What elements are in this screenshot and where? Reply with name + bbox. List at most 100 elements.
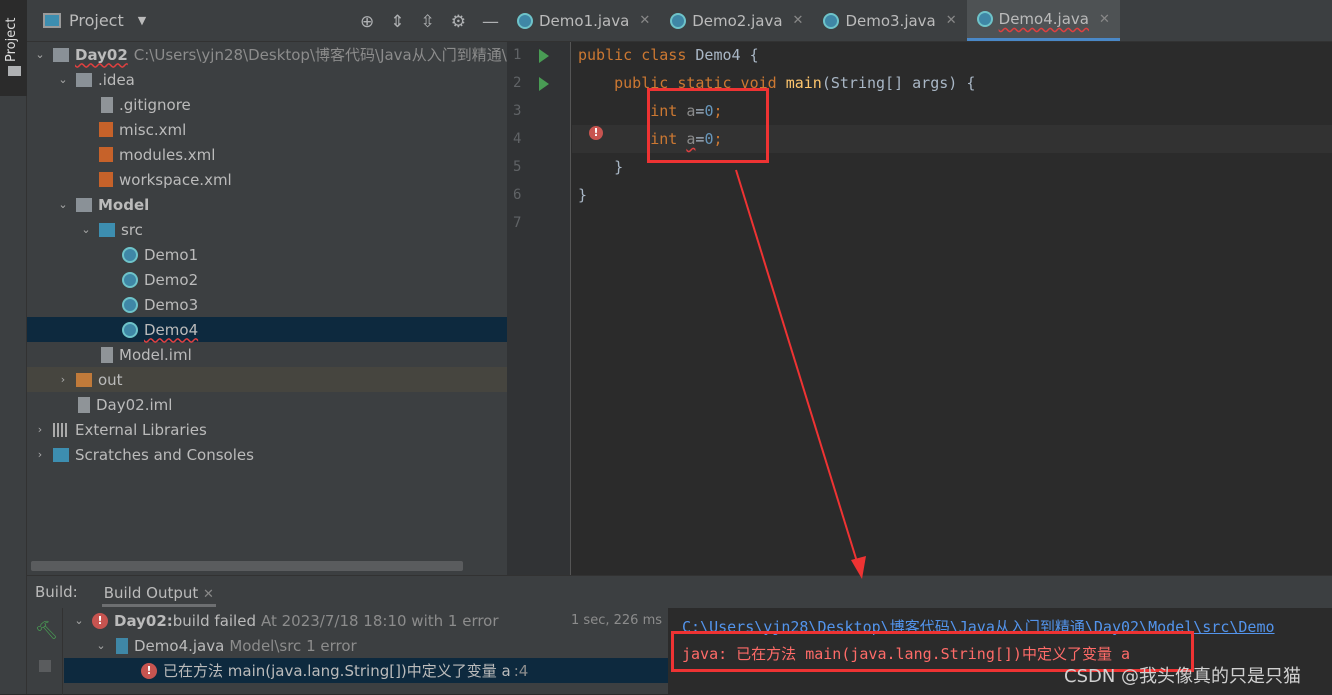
tree-item-path: C:\Users\yjn28\Desktop\博客代码\Java从入门到精通\ [133, 46, 507, 64]
tab-label: Demo1.java [539, 11, 630, 30]
gutter [507, 42, 571, 575]
gear-icon[interactable]: ⚙ [451, 12, 466, 32]
line-number: 4 [513, 131, 522, 147]
tree-item-idea[interactable]: ⌄ .idea [27, 67, 507, 92]
close-icon[interactable]: ✕ [1099, 12, 1110, 27]
chevron-down-icon[interactable]: ⌄ [33, 48, 47, 61]
collapse-all-icon[interactable]: ⇳ [421, 12, 435, 32]
close-icon[interactable]: ✕ [946, 13, 957, 28]
chevron-down-icon[interactable]: ▼ [138, 14, 146, 27]
project-header: Project ▼ ⊕ ⇕ ⇳ ⚙ — [27, 0, 507, 42]
tree-item-src[interactable]: ⌄ src [27, 217, 507, 242]
hammer-icon[interactable]: 🔨︎ [35, 620, 58, 641]
folder-icon [76, 72, 92, 87]
line-number: 1 [513, 47, 522, 63]
tab-demo2[interactable]: Demo2.java ✕ [660, 0, 813, 41]
code-line-6[interactable]: } [578, 186, 587, 204]
tab-demo1[interactable]: Demo1.java ✕ [507, 0, 660, 41]
chevron-down-icon[interactable]: ⌄ [56, 198, 70, 211]
line-number: 6 [513, 187, 522, 203]
tree-item-demo4[interactable]: Demo4 [27, 317, 507, 342]
tree-item-model[interactable]: ⌄ Model [27, 192, 507, 217]
tree-item-label: Demo3 [144, 295, 199, 314]
tree-item-label: Day02.iml [96, 395, 173, 414]
tab-label: Demo2.java [692, 11, 783, 30]
excluded-folder-icon [76, 372, 92, 387]
tree-item-demo3[interactable]: Demo3 [27, 292, 507, 317]
build-tree: ⌄! Day02: build failed At 2023/7/18 18:10 … [64, 608, 668, 695]
tree-item-gitignore[interactable]: .gitignore [27, 92, 507, 117]
project-tool-tab[interactable]: Project [0, 0, 27, 96]
line-number: 7 [513, 215, 522, 231]
line-number: 3 [513, 103, 522, 119]
tree-item-label: .idea [98, 70, 135, 89]
run-icon[interactable] [539, 49, 549, 63]
module-folder-icon [53, 47, 69, 62]
source-folder-icon [99, 222, 115, 237]
build-file-row[interactable]: ⌄ Demo4.java Model\src 1 error [64, 633, 668, 658]
iml-file-icon [101, 346, 113, 363]
tree-item-label: workspace.xml [119, 170, 232, 189]
locate-icon[interactable]: ⊕ [360, 12, 374, 32]
code-line-5[interactable]: } [578, 158, 623, 176]
window-icon [43, 13, 61, 28]
java-class-icon [122, 271, 138, 288]
tree-item-model-iml[interactable]: Model.iml [27, 342, 507, 367]
close-icon[interactable]: ✕ [203, 587, 214, 602]
build-label: Build: [35, 583, 78, 601]
left-tool-stripe: Project [0, 0, 27, 694]
scratches-icon [53, 447, 69, 462]
java-class-icon [122, 321, 138, 338]
tree-item-label: Demo1 [144, 245, 199, 264]
tree-item-label: Demo2 [144, 270, 199, 289]
tab-build-output[interactable]: Build Output ✕ [101, 577, 216, 607]
line-number: 5 [513, 159, 522, 175]
tab-label: Demo4.java [998, 10, 1089, 28]
tree-item-demo1[interactable]: Demo1 [27, 242, 507, 267]
folder-icon [8, 66, 21, 76]
chevron-down-icon[interactable]: ⌄ [79, 223, 93, 236]
tree-item-modules-xml[interactable]: modules.xml [27, 142, 507, 167]
tree-item-out[interactable]: › out [27, 367, 507, 392]
tree-item-misc-xml[interactable]: misc.xml [27, 117, 507, 142]
build-error-row[interactable]: ! 已在方法 main(java.lang.String[])中定义了变量 a:4 [64, 658, 668, 683]
tree-item-label: Scratches and Consoles [75, 445, 254, 464]
editor-tabs: Demo1.java ✕ Demo2.java ✕ Demo3.java ✕ Demo… [507, 0, 1332, 42]
project-view-selector[interactable]: Project [69, 11, 124, 30]
chevron-right-icon[interactable]: › [33, 448, 47, 461]
chevron-right-icon[interactable]: › [56, 373, 70, 386]
code-line-2[interactable]: public static void main(String[] args) { [578, 74, 975, 92]
tree-item-workspace-xml[interactable]: workspace.xml [27, 167, 507, 192]
ignore-file-icon [101, 96, 113, 113]
close-icon[interactable]: ✕ [639, 13, 650, 28]
project-panel: Project ▼ ⊕ ⇕ ⇳ ⚙ — ⌄ Day02 C:\Users\yjn28… [27, 0, 507, 575]
tree-item-external-libraries[interactable]: › External Libraries [27, 417, 507, 442]
tab-demo3[interactable]: Demo3.java ✕ [813, 0, 966, 41]
close-icon[interactable]: ✕ [793, 13, 804, 28]
java-class-icon [670, 12, 687, 29]
tree-item-label: Model [98, 195, 150, 214]
annotation-box [647, 88, 769, 163]
run-icon[interactable] [539, 77, 549, 91]
tree-item-day02[interactable]: ⌄ Day02 C:\Users\yjn28\Desktop\博客代码\Java从入… [27, 42, 507, 67]
tab-label: Demo3.java [845, 11, 936, 30]
error-icon: ! [141, 662, 157, 679]
tab-demo4[interactable]: Demo4.java ✕ [966, 0, 1120, 41]
project-tool-label: Project [4, 17, 19, 62]
build-result-row[interactable]: ⌄! Day02: build failed At 2023/7/18 18:10 … [64, 608, 668, 633]
minimize-icon[interactable]: — [482, 12, 499, 32]
code-line-1[interactable]: public class Demo4 { [578, 46, 759, 64]
tree-item-demo2[interactable]: Demo2 [27, 267, 507, 292]
horizontal-scrollbar[interactable] [31, 561, 463, 571]
iml-file-icon [78, 396, 90, 413]
tree-item-scratches-and-consoles[interactable]: › Scratches and Consoles [27, 442, 507, 467]
line-number: 2 [513, 75, 522, 91]
expand-all-icon[interactable]: ⇕ [390, 12, 404, 32]
build-duration: 1 sec, 226 ms [571, 613, 662, 628]
java-class-icon [122, 246, 138, 263]
chevron-down-icon[interactable]: ⌄ [56, 73, 70, 86]
chevron-right-icon[interactable]: › [33, 423, 47, 436]
stop-icon[interactable] [39, 660, 51, 672]
tree-item-day02-iml[interactable]: Day02.iml [27, 392, 507, 417]
tree-item-label: .gitignore [119, 95, 191, 114]
